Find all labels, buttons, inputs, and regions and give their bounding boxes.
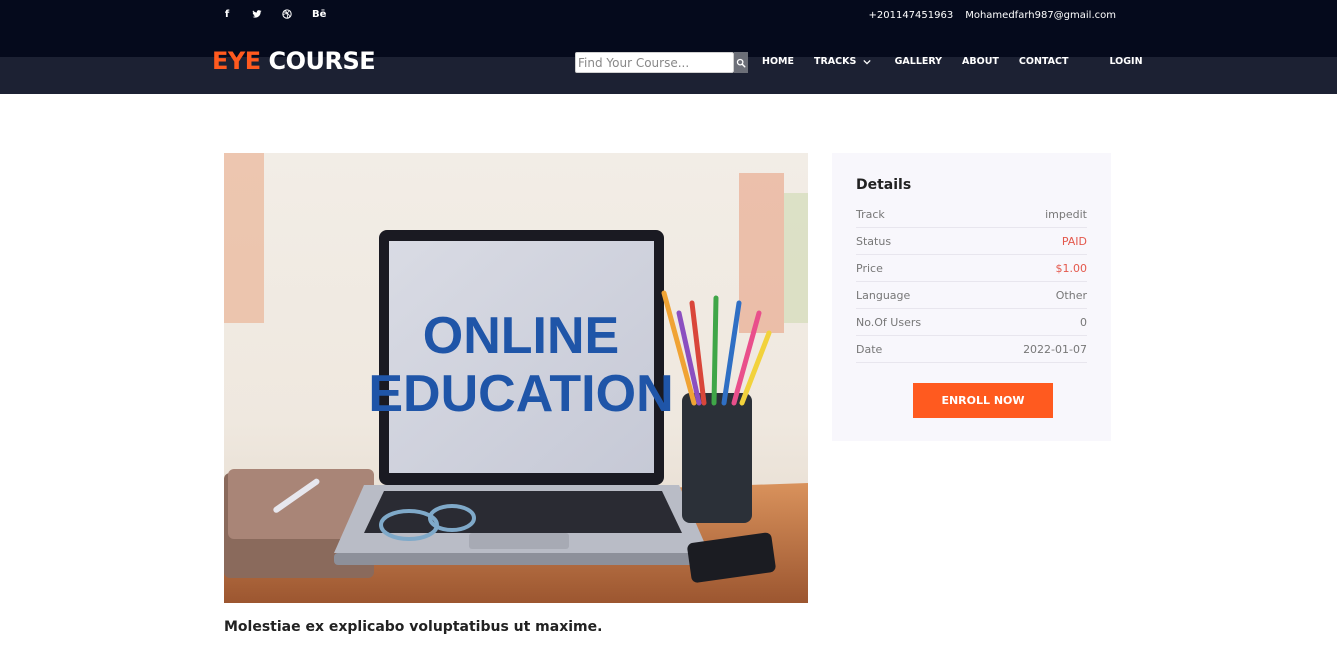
detail-label: Status — [856, 234, 892, 248]
detail-row-users: No.Of Users 0 — [856, 309, 1087, 336]
detail-label: Language — [856, 288, 911, 302]
detail-row-status: Status PAID — [856, 228, 1087, 255]
detail-label: Date — [856, 342, 883, 356]
course-description: Molestiae ex explicabo voluptatibus ut m… — [224, 619, 603, 635]
detail-label: No.Of Users — [856, 315, 922, 329]
nav-tracks-label: TRACKS — [813, 56, 857, 67]
detail-row-language: Language Other — [856, 282, 1087, 309]
logo-part-eye: EYE — [212, 47, 261, 75]
detail-row-price: Price $1.00 — [856, 255, 1087, 282]
detail-value: 0 — [1080, 315, 1087, 329]
search-form — [575, 52, 748, 73]
search-button[interactable] — [734, 52, 748, 73]
nav-home[interactable]: HOME — [762, 56, 794, 67]
detail-value: PAID — [1061, 234, 1087, 248]
search-icon — [736, 58, 746, 67]
detail-row-date: Date 2022-01-07 — [856, 336, 1087, 363]
top-bar: f Bē +201147451963 Mohamedfarh987@gmail.… — [0, 0, 1337, 57]
main-nav: HOME TRACKS GALLERY ABOUT CONTACT LOGIN — [762, 56, 1143, 67]
detail-value: impedit — [1045, 207, 1087, 221]
site-header: f Bē +201147451963 Mohamedfarh987@gmail.… — [0, 0, 1337, 94]
twitter-icon[interactable] — [252, 9, 262, 23]
chevron-down-icon — [862, 59, 871, 65]
nav-about[interactable]: ABOUT — [962, 56, 999, 67]
online-education-illustration: ONLINE EDUCATION — [224, 153, 808, 603]
details-panel: Details Track impedit Status PAID Price … — [832, 153, 1111, 441]
nav-gallery[interactable]: GALLERY — [895, 56, 942, 67]
dribbble-icon[interactable] — [282, 9, 292, 23]
detail-value: Other — [1055, 288, 1087, 302]
logo-part-course: COURSE — [268, 47, 376, 75]
social-links: f Bē — [222, 9, 327, 23]
detail-value: 2022-01-07 — [1023, 342, 1087, 356]
nav-tracks[interactable]: TRACKS — [814, 56, 871, 67]
contact-info: +201147451963 Mohamedfarh987@gmail.com — [868, 10, 1116, 21]
nav-login[interactable]: LOGIN — [1109, 56, 1142, 67]
search-input[interactable] — [575, 52, 734, 73]
screen-text-online: ONLINE — [423, 307, 619, 365]
detail-value: $1.00 — [1055, 261, 1088, 275]
screen-text-education: EDUCATION — [368, 365, 673, 423]
detail-label: Track — [856, 207, 885, 221]
enroll-now-button[interactable]: ENROLL NOW — [913, 383, 1053, 418]
site-logo[interactable]: EYE COURSE — [212, 47, 376, 75]
nav-contact[interactable]: CONTACT — [1019, 56, 1069, 67]
phone-number[interactable]: +201147451963 — [868, 10, 953, 21]
course-image: ONLINE EDUCATION — [224, 153, 808, 603]
details-title: Details — [856, 177, 912, 193]
email-address[interactable]: Mohamedfarh987@gmail.com — [965, 10, 1116, 21]
detail-label: Price — [856, 261, 883, 275]
detail-row-track: Track impedit — [856, 201, 1087, 228]
behance-icon[interactable]: Bē — [312, 9, 326, 23]
facebook-icon[interactable]: f — [222, 9, 232, 23]
